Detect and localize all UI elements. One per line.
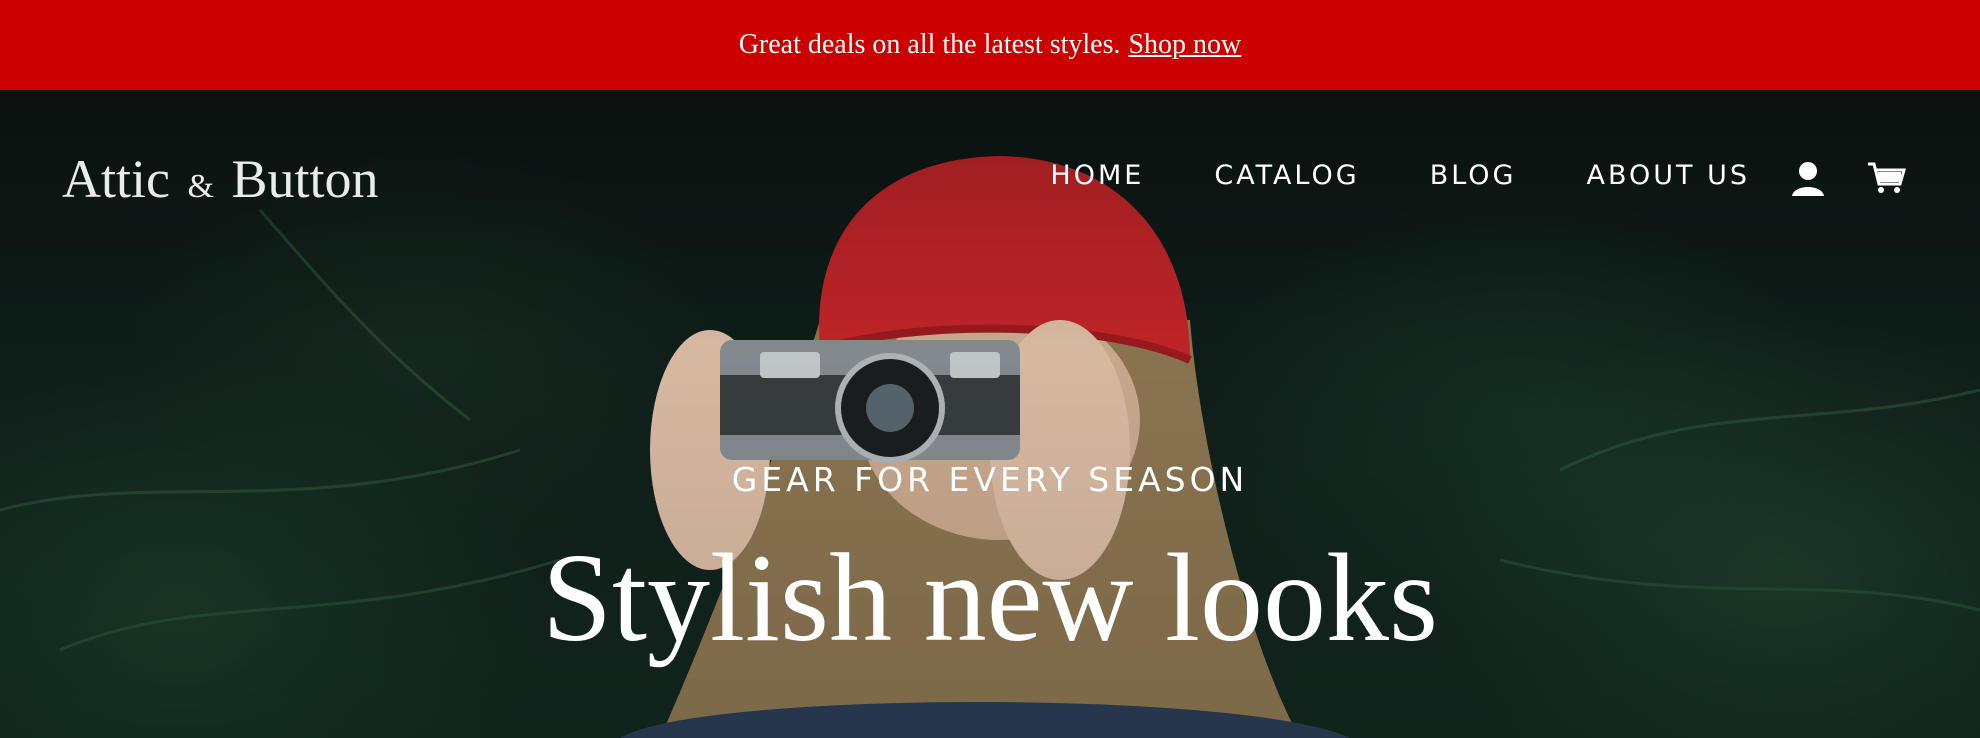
account-icon[interactable]	[1788, 158, 1828, 198]
nav-catalog[interactable]: CATALOG	[1214, 160, 1359, 191]
nav-home[interactable]: HOME	[1050, 160, 1144, 191]
announcement-text: Great deals on all the latest styles.	[738, 29, 1121, 60]
main-nav: HOME CATALOG BLOG ABOUT US	[1050, 160, 1750, 191]
hero-eyebrow: GEAR FOR EVERY SEASON	[731, 460, 1249, 499]
nav-blog[interactable]: BLOG	[1430, 160, 1517, 191]
store-logo[interactable]: Attic & Button	[62, 148, 378, 210]
hero-headline: Stylish new looks	[541, 529, 1439, 668]
hero-banner: Attic & Button HOME CATALOG BLOG ABOUT U…	[0, 90, 1980, 738]
nav-about-us[interactable]: ABOUT US	[1586, 160, 1750, 191]
cart-icon[interactable]	[1866, 158, 1906, 198]
shop-now-link[interactable]: Shop now	[1128, 29, 1241, 61]
announcement-bar: Great deals on all the latest styles. Sh…	[0, 0, 1980, 90]
